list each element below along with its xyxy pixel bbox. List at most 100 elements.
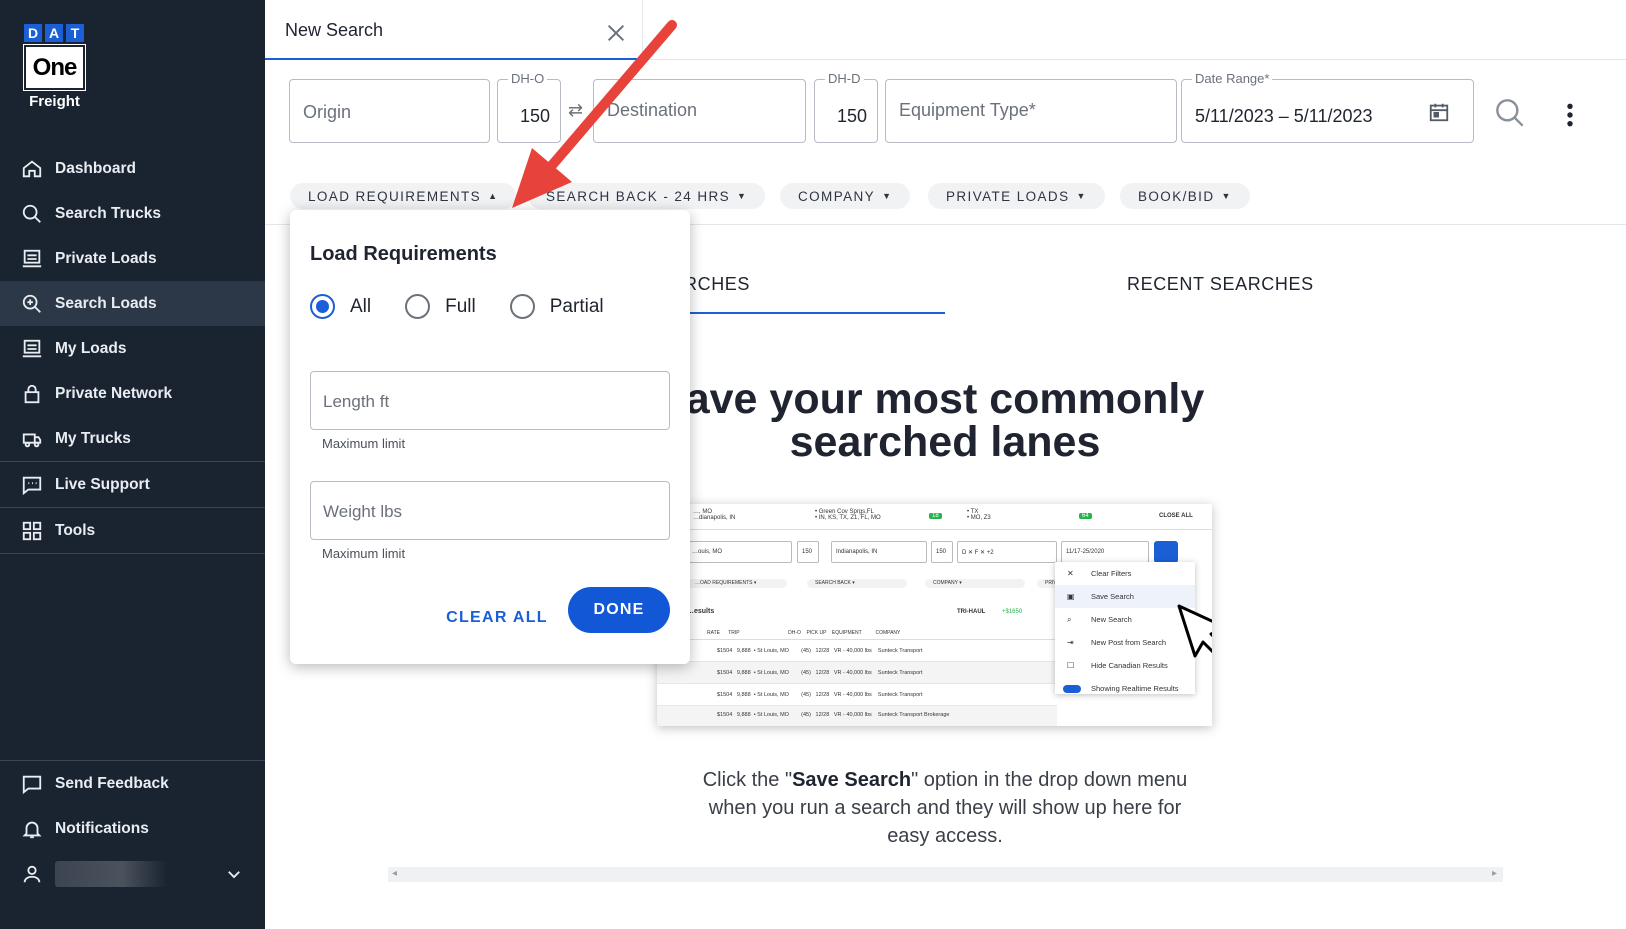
sidebar-item-private-network[interactable]: Private Network	[0, 371, 265, 416]
clear-all-button[interactable]: CLEAR ALL	[442, 603, 552, 633]
radio-all[interactable]: All	[310, 294, 371, 319]
chip-label: COMPANY	[798, 188, 876, 204]
radio-full[interactable]: Full	[405, 294, 476, 319]
chevron-down-icon[interactable]	[225, 865, 243, 883]
sidebar-item-live-support[interactable]: Live Support	[0, 462, 265, 507]
preview-dh: 150	[797, 541, 819, 563]
dh-o-input[interactable]: DH-O 150	[497, 71, 561, 143]
dh-o-label: DH-O	[508, 71, 548, 86]
weight-input[interactable]: Weight lbs	[310, 481, 670, 540]
dat-one-logo[interactable]: D A T One Freight	[23, 24, 86, 110]
sidebar-item-label: Live Support	[55, 475, 150, 493]
sidebar-item-notifications[interactable]: Notifications	[0, 806, 265, 851]
sidebar-item-label: Notifications	[55, 819, 149, 837]
destination-placeholder: Destination	[607, 100, 698, 120]
sidebar-item-label: Private Loads	[55, 249, 157, 267]
bell-icon	[22, 821, 42, 838]
preview-toggle	[1063, 684, 1081, 693]
preview-equip: D ✕ F ✕ +2	[957, 541, 1057, 563]
preview-menu-icon: ⌕	[1067, 614, 1072, 624]
monitor-icon	[22, 339, 42, 357]
tab-new-search[interactable]: New Search	[265, 0, 643, 60]
sidebar-item-send-feedback[interactable]: Send Feedback	[0, 761, 265, 806]
load-requirements-panel: Load Requirements All Full Partial Lengt…	[290, 210, 690, 664]
sidebar-item-my-loads[interactable]: My Loads	[0, 326, 265, 371]
scroll-right-icon[interactable]: ▸	[1492, 868, 1497, 879]
radio-icon[interactable]	[405, 294, 431, 319]
preview-trihaul-amount: +$1650	[1002, 609, 1023, 615]
preview-tab-bar: …, MO …dianapolis, IN • Green Cov Sprgs,F…	[657, 504, 1212, 530]
sidebar-item-search-trucks[interactable]: Search Trucks	[0, 191, 265, 236]
equipment-type-select[interactable]: Equipment Type*	[885, 79, 1177, 143]
length-input[interactable]: Length ft	[310, 371, 670, 430]
chip-label: BOOK/BID	[1138, 188, 1215, 204]
search-icon[interactable]	[1494, 97, 1526, 129]
more-options-icon[interactable]	[1560, 102, 1580, 128]
preview-menu-item: ⌕ New Search	[1055, 608, 1195, 631]
sidebar-item-label: Dashboard	[55, 159, 136, 177]
chip-book-bid[interactable]: BOOK/BID ▼	[1120, 183, 1250, 209]
calendar-icon[interactable]	[1428, 101, 1450, 123]
grid-icon	[22, 521, 42, 540]
origin-input[interactable]: Origin	[289, 79, 490, 143]
equipment-placeholder: Equipment Type*	[899, 100, 1036, 120]
chip-private-loads[interactable]: PRIVATE LOADS ▼	[928, 183, 1105, 209]
user-menu[interactable]	[0, 851, 265, 896]
tab-saved-searches[interactable]: RCHES	[684, 274, 750, 295]
radio-partial[interactable]: Partial	[509, 294, 604, 319]
headline-line-1: ave your most commonly	[685, 375, 1205, 423]
length-hint: Maximum limit	[322, 436, 406, 451]
tab-recent-searches[interactable]: RECENT SEARCHES	[1127, 274, 1314, 295]
preview-close-all: CLOSE ALL	[1159, 513, 1193, 519]
monitor-icon	[22, 249, 42, 267]
chip-search-back[interactable]: SEARCH BACK - 24 HRS ▼	[528, 183, 766, 209]
sidebar-item-search-loads[interactable]: Search Loads	[0, 281, 265, 326]
preview-menu-label: New Search	[1091, 615, 1132, 624]
mouse-cursor-icon	[1177, 604, 1212, 658]
preview-menu-label: Showing Realtime Results	[1091, 684, 1179, 693]
radio-icon[interactable]	[509, 294, 535, 319]
preview-tab-text: …dianapolis, IN	[693, 515, 736, 521]
done-button[interactable]: DONE	[568, 587, 670, 633]
dh-d-input[interactable]: DH-D 150	[814, 71, 878, 143]
sidebar-item-dashboard[interactable]: Dashboard	[0, 146, 265, 191]
horizontal-scrollbar[interactable]: ◂ ▸	[388, 867, 1503, 882]
sidebar-item-private-loads[interactable]: Private Loads	[0, 236, 265, 281]
logo-letter: D	[24, 24, 42, 42]
swap-icon[interactable]: ⇄	[568, 100, 583, 121]
preview-dest: Indianapolis, IN	[831, 541, 927, 563]
search-tab-bar: New Search	[265, 0, 1626, 60]
caret-down-icon: ▼	[1076, 191, 1087, 201]
home-icon	[22, 160, 42, 177]
preview-row: $1504 9,888 • St Louis, MO (45) 12/28 VR…	[657, 684, 1057, 706]
dh-o-value: 150	[520, 106, 551, 126]
panel-title: Load Requirements	[310, 243, 497, 265]
search-icon	[22, 204, 41, 223]
user-icon	[23, 865, 41, 882]
preview-menu-label: Clear Filters	[1091, 569, 1132, 578]
empty-state-description: Click the "Save Search" option in the dr…	[690, 766, 1200, 850]
radio-selected-icon[interactable]	[310, 294, 335, 319]
close-icon[interactable]	[605, 22, 627, 44]
chip-load-requirements[interactable]: LOAD REQUIREMENTS ▲	[290, 183, 517, 209]
date-range-input[interactable]: Date Range* 5/11/2023 – 5/11/2023	[1181, 71, 1474, 143]
nav-divider	[0, 553, 265, 554]
scroll-left-icon[interactable]: ◂	[392, 868, 397, 879]
preview-row-text: $1504 9,888 • St Louis, MO (45) 12/28 VR…	[717, 670, 923, 676]
load-type-radio-group: All Full Partial	[310, 294, 638, 319]
preview-menu-item: ⇥ New Post from Search	[1055, 631, 1195, 654]
chip-company[interactable]: COMPANY ▼	[780, 183, 911, 209]
sidebar-item-my-trucks[interactable]: My Trucks	[0, 416, 265, 461]
tab-title: New Search	[285, 20, 384, 40]
logo-one: One	[23, 44, 86, 91]
destination-input[interactable]: Destination	[593, 79, 806, 143]
preview-menu-icon: ⇥	[1067, 638, 1074, 647]
sidebar-item-tools[interactable]: Tools	[0, 508, 265, 553]
preview-menu-label: Save Search	[1091, 592, 1134, 601]
preview-menu-label: New Post from Search	[1091, 638, 1167, 647]
search-plus-icon	[22, 294, 41, 313]
preview-chip: …OAD REQUIREMENTS ▾	[687, 579, 787, 588]
radio-label: All	[350, 295, 372, 317]
preview-dropdown-menu: ✕ Clear Filters ▣ Save Search ⌕ New Search …	[1055, 562, 1195, 694]
preview-chip: COMPANY ▾	[925, 579, 1025, 588]
